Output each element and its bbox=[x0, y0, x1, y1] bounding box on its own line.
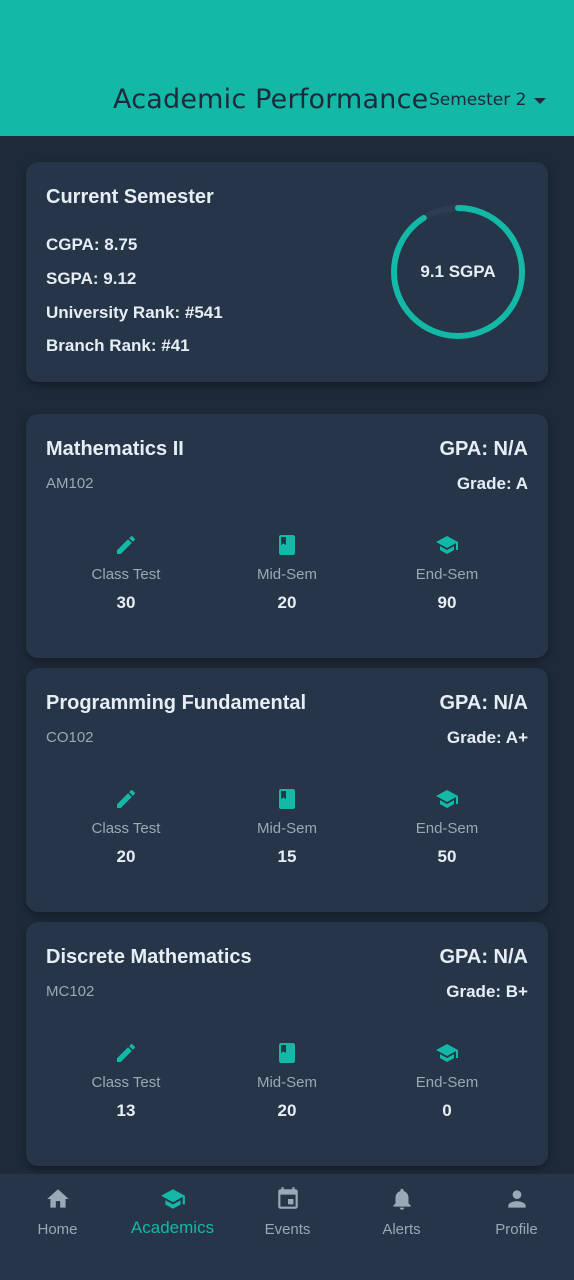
nav-label-profile: Profile bbox=[495, 1221, 538, 1238]
end-sem-label: End-Sem bbox=[415, 1074, 479, 1091]
pencil-icon bbox=[46, 786, 206, 812]
school-icon bbox=[115, 1186, 230, 1212]
sgpa-ring-label: 9.1 SGPA bbox=[420, 262, 496, 281]
nav-item-academics[interactable]: Academics bbox=[115, 1174, 230, 1280]
mid-sem-value: 15 bbox=[277, 847, 297, 866]
mid-sem-column: Mid-Sem 20 bbox=[207, 532, 367, 613]
sgpa-text: SGPA: 9.12 bbox=[46, 269, 137, 288]
course-grade: Grade: A+ bbox=[446, 728, 528, 747]
class-test-value: 13 bbox=[116, 1101, 136, 1120]
mid-sem-value: 20 bbox=[277, 593, 297, 612]
pencil-icon bbox=[46, 532, 206, 558]
mid-sem-column: Mid-Sem 15 bbox=[207, 786, 367, 867]
nav-label-home: Home bbox=[37, 1221, 78, 1238]
course-gpa: GPA: N/A bbox=[439, 946, 528, 968]
nav-item-profile[interactable]: Profile bbox=[459, 1174, 574, 1280]
course-code: MC102 bbox=[46, 983, 95, 1000]
nav-item-home[interactable]: Home bbox=[0, 1174, 115, 1280]
marks-row: Class Test 20 Mid-Sem 15 End-Sem 50 bbox=[26, 786, 548, 876]
semester-dropdown[interactable]: Semester 2 bbox=[429, 90, 547, 110]
semester-dropdown-value: Semester 2 bbox=[429, 90, 527, 110]
end-sem-value: 50 bbox=[437, 847, 457, 866]
university-rank-text: University Rank: #541 bbox=[46, 303, 223, 322]
course-name: Discrete Mathematics bbox=[46, 946, 252, 968]
nav-label-alerts: Alerts bbox=[382, 1221, 421, 1238]
course-gpa: GPA: N/A bbox=[439, 692, 528, 714]
app-bar: Academic Performance Semester 2 bbox=[0, 0, 574, 136]
end-sem-value: 90 bbox=[437, 593, 457, 612]
cgpa-text: CGPA: 8.75 bbox=[46, 235, 138, 254]
class-test-label: Class Test bbox=[91, 1074, 161, 1091]
book-icon bbox=[207, 786, 367, 812]
course-grade: Grade: B+ bbox=[446, 982, 528, 1001]
nav-item-alerts[interactable]: Alerts bbox=[344, 1174, 459, 1280]
class-test-label: Class Test bbox=[91, 566, 161, 583]
current-semester-card: Current Semester CGPA: 8.75 SGPA: 9.12 U… bbox=[26, 162, 548, 382]
marks-row: Class Test 13 Mid-Sem 20 End-Sem 0 bbox=[26, 1040, 548, 1130]
end-sem-column: End-Sem 50 bbox=[367, 786, 527, 867]
mid-sem-label: Mid-Sem bbox=[256, 566, 317, 583]
class-test-label: Class Test bbox=[91, 820, 161, 837]
book-icon bbox=[207, 532, 367, 558]
course-name: Programming Fundamental bbox=[46, 692, 307, 714]
graduation-cap-icon bbox=[367, 1040, 527, 1066]
course-card[interactable]: Mathematics II GPA: N/A AM102 Grade: A C… bbox=[26, 414, 548, 658]
graduation-cap-icon bbox=[367, 786, 527, 812]
class-test-column: Class Test 20 bbox=[46, 786, 206, 867]
course-card[interactable]: Discrete Mathematics GPA: N/A MC102 Grad… bbox=[26, 922, 548, 1166]
end-sem-column: End-Sem 0 bbox=[367, 1040, 527, 1121]
nav-label-academics: Academics bbox=[130, 1218, 215, 1237]
book-icon bbox=[207, 1040, 367, 1066]
class-test-column: Class Test 30 bbox=[46, 532, 206, 613]
nav-label-events: Events bbox=[264, 1221, 311, 1238]
dropdown-arrow-icon bbox=[534, 98, 547, 104]
person-icon bbox=[459, 1186, 574, 1212]
end-sem-column: End-Sem 90 bbox=[367, 532, 527, 613]
bell-icon bbox=[344, 1186, 459, 1212]
course-gpa: GPA: N/A bbox=[439, 438, 528, 460]
class-test-value: 30 bbox=[116, 593, 136, 612]
course-code: CO102 bbox=[46, 729, 94, 746]
mid-sem-label: Mid-Sem bbox=[256, 820, 317, 837]
end-sem-label: End-Sem bbox=[415, 820, 479, 837]
course-code: AM102 bbox=[46, 475, 94, 492]
bottom-navigation: Home Academics Events Alerts Profile bbox=[0, 1174, 574, 1280]
branch-rank-text: Branch Rank: #41 bbox=[46, 336, 190, 355]
graduation-cap-icon bbox=[367, 532, 527, 558]
mid-sem-column: Mid-Sem 20 bbox=[207, 1040, 367, 1121]
mid-sem-value: 20 bbox=[277, 1101, 297, 1120]
calendar-icon bbox=[230, 1186, 345, 1212]
class-test-column: Class Test 13 bbox=[46, 1040, 206, 1121]
pencil-icon bbox=[46, 1040, 206, 1066]
screen: Academic Performance Semester 2 Current … bbox=[0, 0, 574, 1280]
end-sem-value: 0 bbox=[442, 1101, 452, 1120]
class-test-value: 20 bbox=[116, 847, 136, 866]
course-grade: Grade: A bbox=[456, 474, 528, 493]
course-card[interactable]: Programming Fundamental GPA: N/A CO102 G… bbox=[26, 668, 548, 912]
mid-sem-label: Mid-Sem bbox=[256, 1074, 317, 1091]
nav-item-events[interactable]: Events bbox=[230, 1174, 345, 1280]
end-sem-label: End-Sem bbox=[415, 566, 479, 583]
page-title: Academic Performance bbox=[113, 84, 429, 115]
marks-row: Class Test 30 Mid-Sem 20 End-Sem 90 bbox=[26, 532, 548, 622]
home-icon bbox=[0, 1186, 115, 1212]
course-name: Mathematics II bbox=[46, 438, 184, 460]
summary-title: Current Semester bbox=[46, 186, 214, 208]
